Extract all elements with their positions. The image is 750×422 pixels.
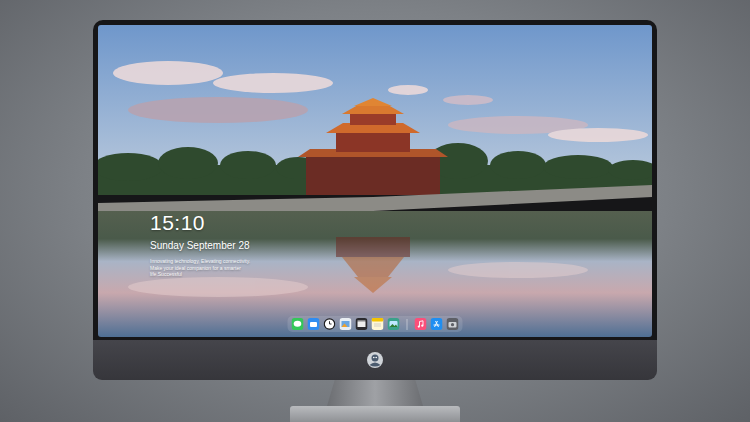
clock-icon[interactable] (324, 318, 336, 330)
mockup-stage: 15:10 Sunday September 28 Innovating tec… (0, 0, 750, 422)
music-icon[interactable] (415, 318, 427, 330)
dock (288, 316, 463, 332)
dock-separator (407, 319, 408, 330)
monitor-bezel: 15:10 Sunday September 28 Innovating tec… (93, 20, 657, 340)
messages-icon[interactable] (292, 318, 304, 330)
date-text: Sunday September 28 (150, 239, 260, 252)
photos-icon[interactable] (388, 318, 400, 330)
camera-icon[interactable] (447, 318, 459, 330)
time-text: 15:10 (150, 211, 260, 235)
app-store-icon[interactable] (431, 318, 443, 330)
video-icon[interactable] (356, 318, 368, 330)
brand-logo-icon (366, 351, 384, 369)
tagline-text: Innovating technology, Elevating connect… (150, 258, 260, 278)
monitor-base (290, 406, 460, 422)
files-icon[interactable] (308, 318, 320, 330)
monitor-chin (93, 340, 657, 380)
wallpaper-photo (98, 25, 652, 337)
monitor-screen: 15:10 Sunday September 28 Innovating tec… (98, 25, 652, 337)
gallery-icon[interactable] (340, 318, 352, 330)
notes-icon[interactable] (372, 318, 384, 330)
monitor-stand (327, 380, 423, 406)
lock-clock: 15:10 Sunday September 28 Innovating tec… (150, 211, 260, 278)
